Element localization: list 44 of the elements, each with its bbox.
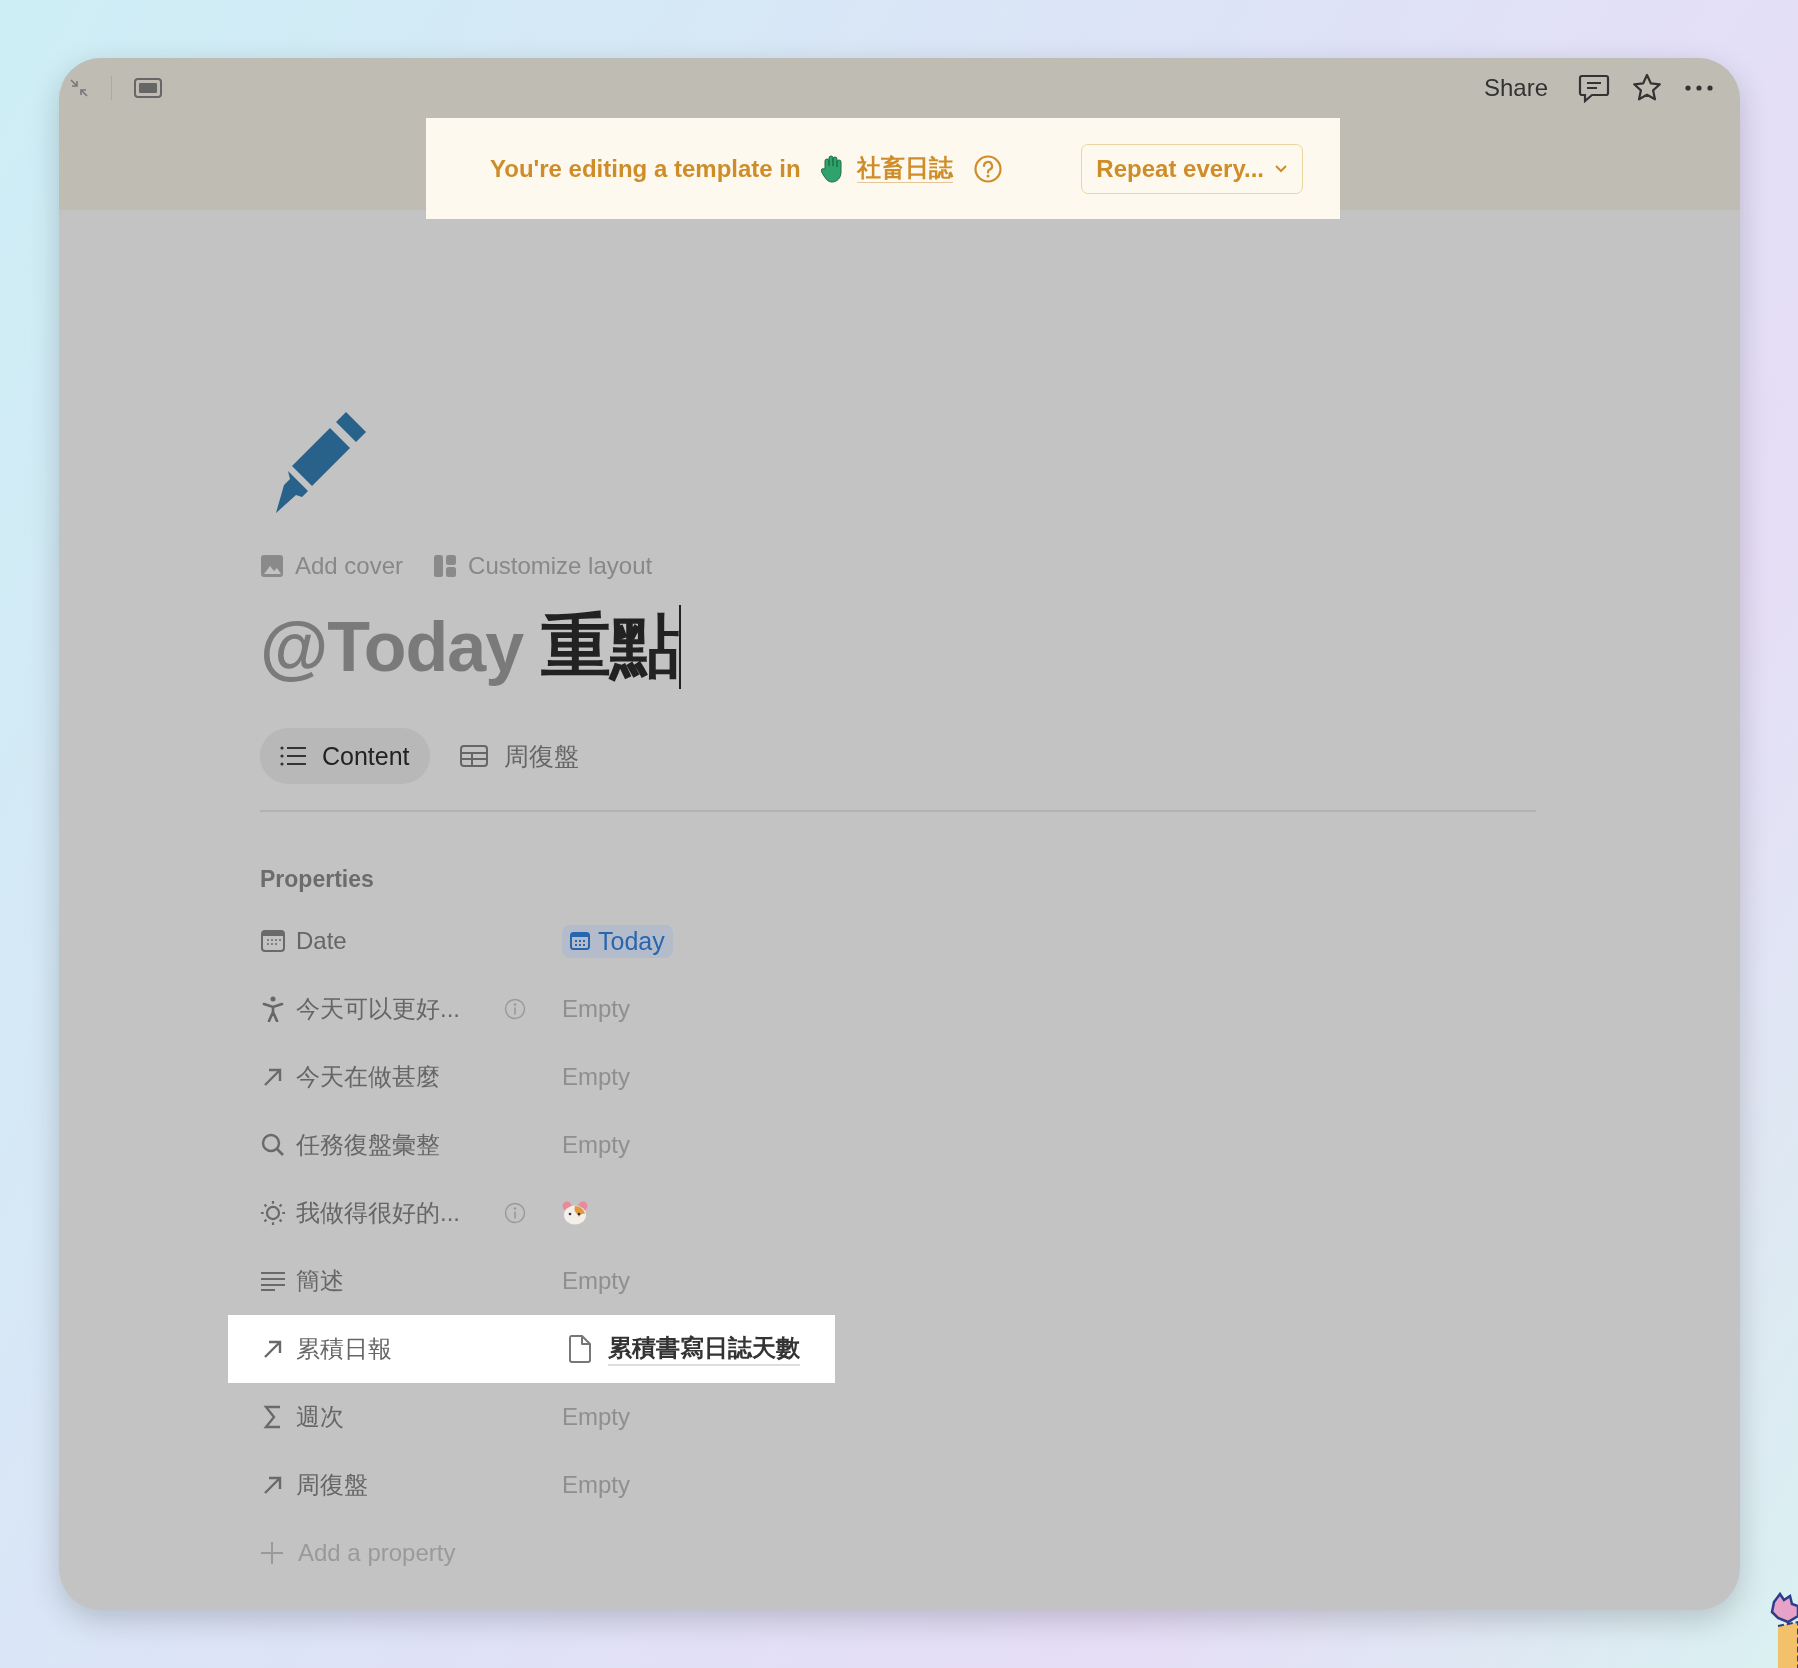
properties-heading: Properties	[260, 866, 375, 893]
list-icon	[280, 746, 306, 766]
share-button[interactable]: Share	[1483, 74, 1556, 102]
property-name[interactable]: 週次	[296, 1401, 344, 1433]
page-link[interactable]: 累積書寫日誌天數	[568, 1332, 800, 1366]
document-icon	[568, 1335, 592, 1363]
more-icon[interactable]	[1684, 84, 1714, 92]
property-name[interactable]: 我做得很好的...	[296, 1197, 460, 1229]
layout-icon	[433, 554, 458, 578]
calendar-icon	[260, 929, 286, 953]
table-icon	[459, 745, 488, 767]
customize-layout-button[interactable]: Customize layout	[433, 552, 653, 580]
view-tab[interactable]: Content	[260, 728, 430, 784]
database-link[interactable]: 社畜日誌	[856, 153, 953, 184]
collapse-icon[interactable]	[69, 78, 89, 98]
property-name[interactable]: 任務復盤彙整	[296, 1129, 440, 1161]
banner-text: You're editing a template in	[490, 154, 801, 183]
info-icon[interactable]	[504, 1202, 526, 1224]
person-icon	[260, 996, 286, 1022]
text-lines-icon	[260, 1271, 286, 1291]
chevron-down-icon	[1274, 163, 1288, 174]
view-tab[interactable]: 周復盤	[439, 728, 599, 784]
property-name[interactable]: 今天可以更好...	[296, 993, 460, 1025]
sidebar-panel-icon[interactable]	[134, 78, 162, 98]
glove-icon	[820, 154, 845, 183]
sun-icon	[260, 1199, 286, 1227]
hamster-icon[interactable]	[562, 1201, 588, 1225]
add-cover-button[interactable]: Add cover	[260, 552, 404, 580]
property-name[interactable]: 簡述	[296, 1265, 344, 1297]
property-name[interactable]: 今天在做甚麼	[296, 1061, 440, 1093]
comment-icon[interactable]	[1578, 73, 1610, 103]
info-icon[interactable]	[504, 998, 526, 1020]
page-title[interactable]: @Today 重點	[260, 602, 1740, 692]
search-icon	[260, 1133, 286, 1157]
help-icon[interactable]	[972, 153, 1003, 184]
date-chip[interactable]: Today	[562, 924, 673, 958]
property-name[interactable]: Date	[296, 927, 347, 955]
property-name[interactable]: 累積日報	[296, 1333, 392, 1365]
star-icon[interactable]	[1632, 73, 1662, 103]
plus-icon	[260, 1541, 284, 1565]
repeat-dropdown[interactable]: Repeat every...	[1081, 143, 1303, 194]
image-icon	[260, 554, 284, 578]
property-name[interactable]: 周復盤	[296, 1469, 368, 1501]
calendar-icon	[570, 932, 590, 950]
